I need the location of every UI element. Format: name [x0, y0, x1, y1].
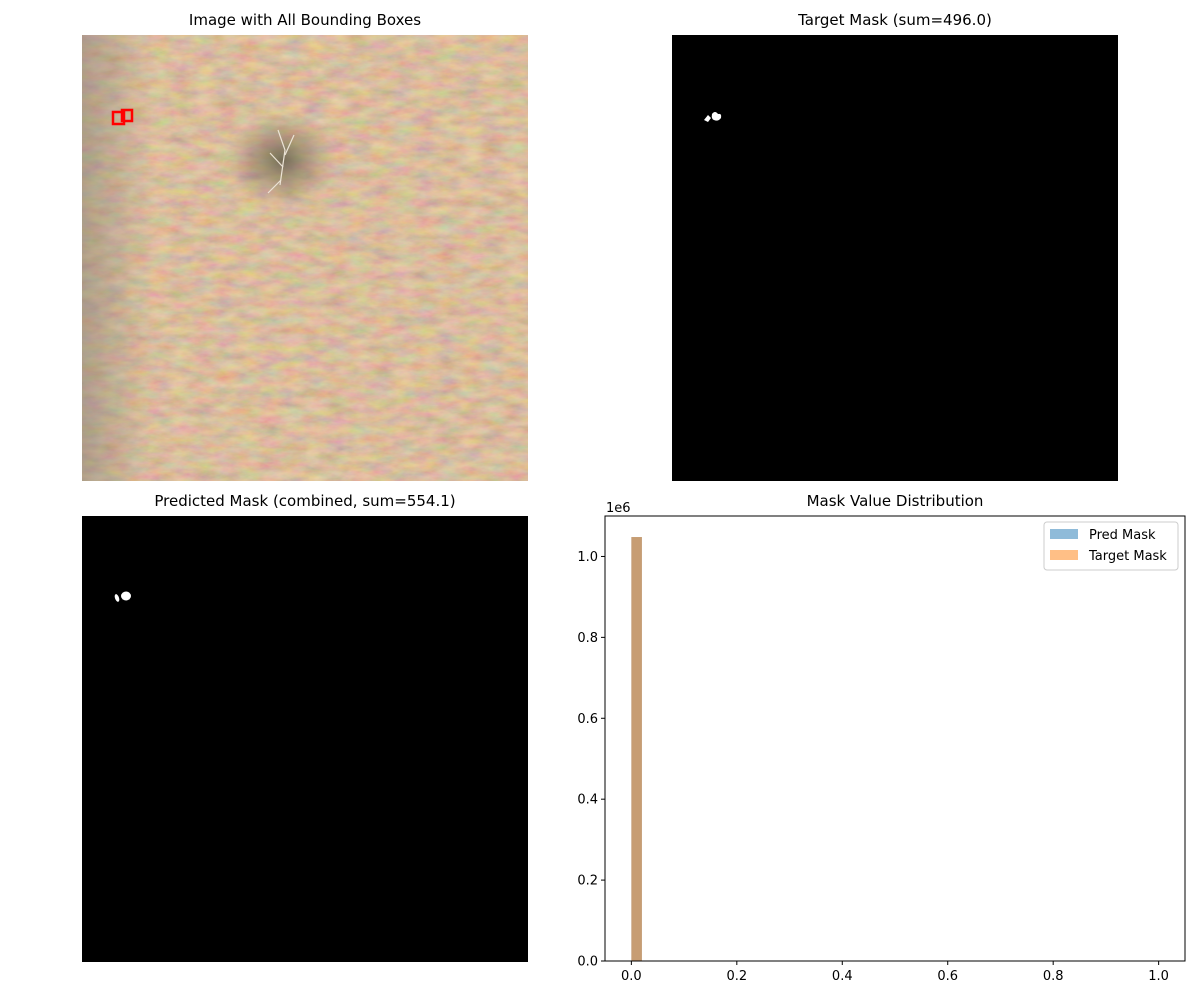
- y-axis-ticks: 0.0 0.2 0.4 0.6 0.8 1.0: [577, 550, 605, 970]
- left-shade: [82, 35, 152, 481]
- pred-blob-2: [121, 591, 131, 601]
- y-tick-label: 0.2: [577, 874, 598, 889]
- bush-shadow: [227, 112, 337, 208]
- target-mask-title: Target Mask (sum=496.0): [798, 11, 992, 29]
- x-tick-label: 0.6: [937, 969, 958, 984]
- legend-swatch-pred: [1050, 529, 1078, 539]
- y-tick-label: 1.0: [577, 550, 598, 565]
- legend: Pred Mask Target Mask: [1043, 521, 1179, 571]
- legend-swatch-target: [1050, 550, 1078, 560]
- y-scale-label: 1e6: [606, 501, 631, 516]
- aerial-image: [82, 35, 528, 481]
- plot-frame: [604, 515, 1186, 962]
- x-tick-label: 0.8: [1043, 969, 1064, 984]
- y-tick-label: 0.4: [577, 793, 598, 808]
- histogram-chart: 0.0 0.2 0.4 0.6 0.8 1.0 0.0 0.2 0.4 0.6 0.8 1.0 1e…: [577, 501, 1186, 984]
- predicted-mask-title: Predicted Mask (combined, sum=554.1): [154, 492, 456, 510]
- x-tick-label: 1.0: [1148, 969, 1169, 984]
- y-tick-label: 0.8: [577, 631, 598, 646]
- x-axis-ticks: 0.0 0.2 0.4 0.6 0.8 1.0: [621, 961, 1169, 984]
- image-panel-title: Image with All Bounding Boxes: [188, 11, 422, 29]
- histogram-bars: [631, 537, 642, 961]
- x-tick-label: 0.0: [621, 969, 642, 984]
- predicted-mask-background: [82, 516, 528, 962]
- bar-target-mask-0: [631, 537, 642, 961]
- predicted-mask: [82, 516, 528, 962]
- y-tick-label: 0.6: [577, 712, 598, 727]
- target-mask-background: [672, 35, 1118, 481]
- x-tick-label: 0.2: [726, 969, 747, 984]
- legend-label-pred: Pred Mask: [1089, 528, 1156, 543]
- legend-label-target: Target Mask: [1088, 549, 1167, 564]
- y-tick-label: 0.0: [577, 955, 598, 970]
- x-tick-label: 0.4: [832, 969, 853, 984]
- target-mask: [672, 35, 1118, 481]
